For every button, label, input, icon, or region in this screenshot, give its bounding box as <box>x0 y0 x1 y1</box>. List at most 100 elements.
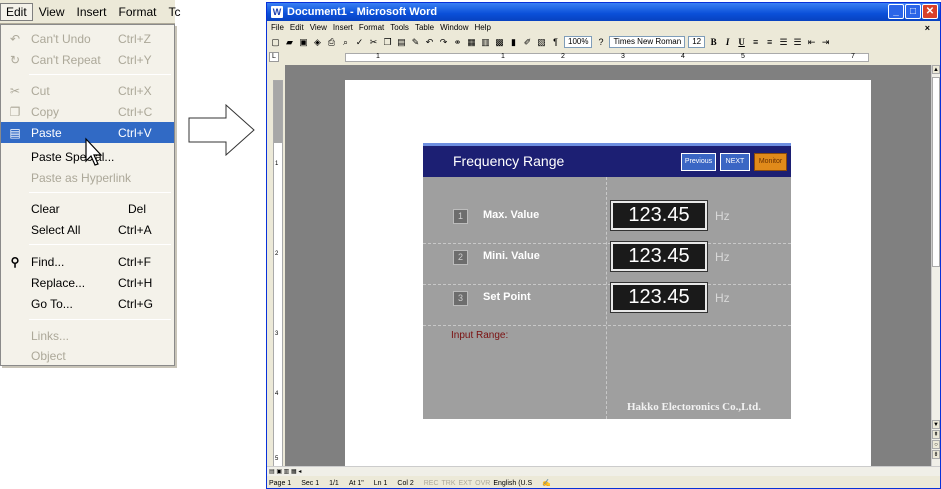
status-rec[interactable]: REC <box>424 480 439 487</box>
help-icon[interactable]: ? <box>595 37 606 48</box>
insert-table-icon[interactable]: ▥ <box>480 37 491 48</box>
cut-icon[interactable]: ✂ <box>368 37 379 48</box>
permission-icon[interactable]: ◈ <box>312 37 323 48</box>
print-icon[interactable]: ⎙ <box>326 37 337 48</box>
doc-close-icon[interactable]: × <box>925 23 930 33</box>
menu-insert[interactable]: Insert <box>70 3 112 21</box>
row-number-badge: 3 <box>453 291 468 306</box>
drawing-icon[interactable]: ✐ <box>522 37 533 48</box>
underline-button[interactable]: U <box>736 37 747 48</box>
status-at: At 1" <box>348 479 364 487</box>
word-menu-edit[interactable]: Edit <box>290 23 304 32</box>
browse-object-icon[interactable]: ○ <box>932 440 940 449</box>
next-button[interactable]: NEXT <box>720 153 750 171</box>
max-value-display[interactable]: 123.45 <box>610 200 708 231</box>
copy-icon[interactable]: ❐ <box>382 37 393 48</box>
next-page-icon[interactable]: ⇟ <box>932 450 940 459</box>
word-menu-help[interactable]: Help <box>475 23 491 32</box>
menu-item-replace[interactable]: Replace... Ctrl+H <box>1 272 174 293</box>
menu-item-goto[interactable]: Go To... Ctrl+G <box>1 293 174 314</box>
italic-button[interactable]: I <box>722 37 733 48</box>
status-ext[interactable]: EXT <box>459 480 473 487</box>
print-preview-icon[interactable]: ⌕ <box>340 37 351 48</box>
status-trk[interactable]: TRK <box>442 480 456 487</box>
minimize-button[interactable]: _ <box>888 4 904 19</box>
word-menu-format[interactable]: Format <box>359 23 384 32</box>
view-buttons[interactable]: ▤ ▣ ▥ ▦ ◂ <box>269 468 301 475</box>
menu-edit[interactable]: Edit <box>0 2 33 21</box>
menu-item-clear[interactable]: Clear Del <box>1 198 174 219</box>
bold-button[interactable]: B <box>708 37 719 48</box>
word-menu-window[interactable]: Window <box>440 23 468 32</box>
align-center-icon[interactable]: ≡ <box>764 37 775 48</box>
set-point-label: Set Point <box>483 291 531 303</box>
menu-item-copy[interactable]: ❐ Copy Ctrl+C <box>1 101 174 122</box>
pasted-hmi-screen[interactable]: Frequency Range Previous NEXT Monitor 1 … <box>423 143 791 419</box>
document-page[interactable]: Frequency Range Previous NEXT Monitor 1 … <box>345 80 871 466</box>
menu-item-paste-hyperlink[interactable]: Paste as Hyperlink <box>1 167 174 188</box>
status-section: Sec 1 <box>301 479 320 487</box>
spelling-status-icon[interactable]: ✍ <box>542 479 551 487</box>
menu-tools[interactable]: Tc <box>163 3 187 21</box>
menu-item-cut[interactable]: ✂ Cut Ctrl+X <box>1 80 174 101</box>
status-ovr[interactable]: OVR <box>475 480 490 487</box>
undo-icon[interactable]: ↶ <box>424 37 435 48</box>
menu-separator <box>29 192 171 193</box>
word-menu-file[interactable]: File <box>271 23 284 32</box>
numbering-icon[interactable]: ☰ <box>778 37 789 48</box>
word-menu-tools[interactable]: Tools <box>390 23 409 32</box>
ruler-bar[interactable]: 1 1 2 3 4 5 7 <box>345 53 869 62</box>
font-select[interactable]: Times New Roman <box>609 36 686 48</box>
close-button[interactable]: ✕ <box>922 4 938 19</box>
menu-item-object[interactable]: Object <box>1 345 174 366</box>
menu-item-links[interactable]: Links... <box>1 325 174 346</box>
divider <box>423 243 791 244</box>
menu-item-find[interactable]: ⚲ Find... Ctrl+F <box>1 251 174 272</box>
bullets-icon[interactable]: ☰ <box>792 37 803 48</box>
menu-item-select-all[interactable]: Select All Ctrl+A <box>1 219 174 240</box>
columns-icon[interactable]: ▮ <box>508 37 519 48</box>
previous-button[interactable]: Previous <box>681 153 716 171</box>
decrease-indent-icon[interactable]: ⇤ <box>806 37 817 48</box>
monitor-button[interactable]: Monitor <box>754 153 787 171</box>
doc-map-icon[interactable]: ▧ <box>536 37 547 48</box>
horizontal-scrollbar[interactable]: ▤ ▣ ▥ ▦ ◂ <box>267 466 940 476</box>
font-size-select[interactable]: 12 <box>688 36 706 48</box>
menu-item-repeat[interactable]: ↻ Can't Repeat Ctrl+Y <box>1 49 174 70</box>
divider <box>606 177 607 419</box>
scroll-up-icon[interactable]: ▲ <box>932 65 940 74</box>
word-menu-view[interactable]: View <box>310 23 327 32</box>
scroll-down-icon[interactable]: ▼ <box>932 420 940 429</box>
align-left-icon[interactable]: ≡ <box>750 37 761 48</box>
menu-format[interactable]: Format <box>113 3 163 21</box>
menu-separator <box>29 244 171 245</box>
status-language: English (U.S <box>493 479 533 487</box>
word-menu-table[interactable]: Table <box>415 23 434 32</box>
table-icon[interactable]: ▦ <box>466 37 477 48</box>
right-arrow-icon <box>188 104 255 156</box>
title-bar: W Document1 - Microsoft Word _ □ ✕ <box>267 3 940 21</box>
tab-selector[interactable]: L <box>269 52 279 62</box>
open-icon[interactable]: ▰ <box>284 37 295 48</box>
pilcrow-icon[interactable]: ¶ <box>550 37 561 48</box>
paste-icon[interactable]: ▤ <box>396 37 407 48</box>
vertical-ruler[interactable]: 1 2 3 4 5 <box>273 80 283 470</box>
hyperlink-icon[interactable]: ⚭ <box>452 37 463 48</box>
prev-page-icon[interactable]: ⇞ <box>932 430 940 439</box>
scroll-thumb[interactable] <box>932 77 940 267</box>
maximize-button[interactable]: □ <box>905 4 921 19</box>
excel-icon[interactable]: ▩ <box>494 37 505 48</box>
word-menu-insert[interactable]: Insert <box>333 23 353 32</box>
menu-view[interactable]: View <box>33 3 71 21</box>
new-icon[interactable]: ▢ <box>270 37 281 48</box>
save-icon[interactable]: ▣ <box>298 37 309 48</box>
format-painter-icon[interactable]: ✎ <box>410 37 421 48</box>
mini-value-display[interactable]: 123.45 <box>610 241 708 272</box>
vertical-scrollbar[interactable]: ▲ ▼ ⇞ ○ ⇟ <box>931 65 940 466</box>
redo-icon[interactable]: ↷ <box>438 37 449 48</box>
set-point-display[interactable]: 123.45 <box>610 282 708 313</box>
spelling-icon[interactable]: ✓ <box>354 37 365 48</box>
increase-indent-icon[interactable]: ⇥ <box>820 37 831 48</box>
menu-item-undo[interactable]: ↶ Can't Undo Ctrl+Z <box>1 28 174 49</box>
zoom-select[interactable]: 100% <box>564 36 593 48</box>
